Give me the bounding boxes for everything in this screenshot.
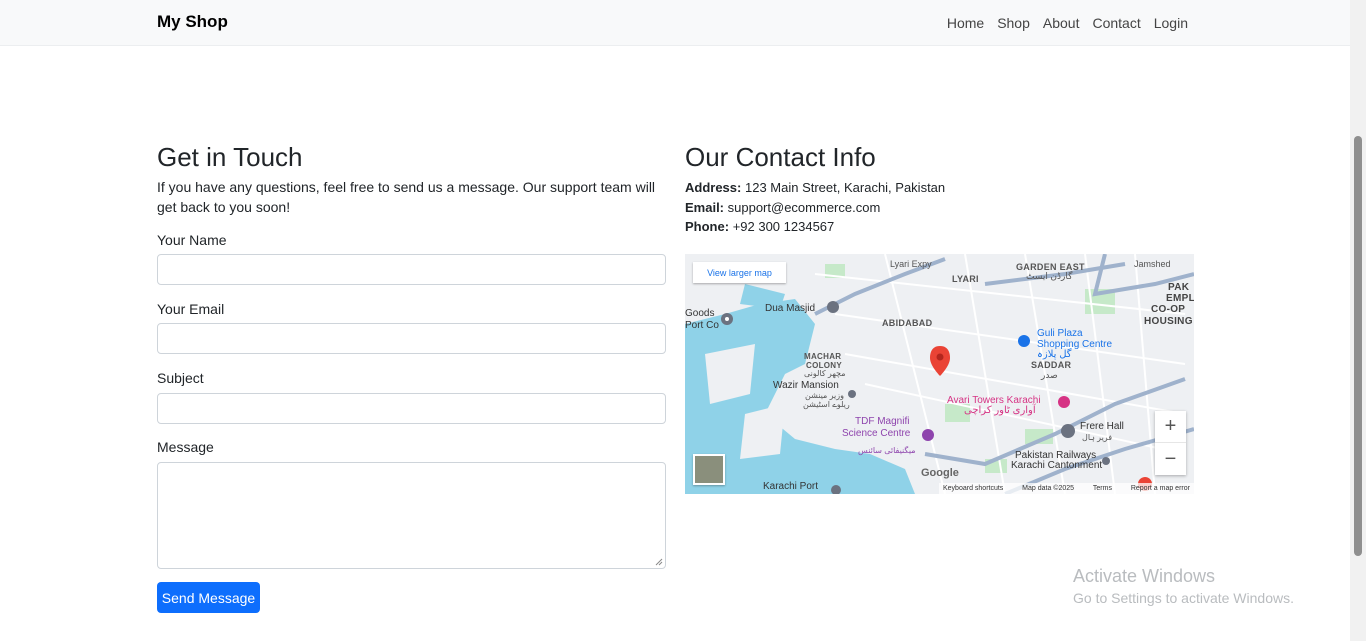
map-label: Karachi Cantonment: [1011, 460, 1103, 471]
phone-label: Phone:: [685, 219, 730, 234]
map-label: HOUSING: [1144, 316, 1193, 327]
map-label: ABIDABAD: [882, 318, 933, 328]
contact-form-title: Get in Touch: [157, 142, 303, 172]
map-label: CO-OP: [1151, 304, 1186, 315]
google-map[interactable]: Lyari Expy LYARI GARDEN EAST گارڈن ایسٹ …: [685, 254, 1194, 494]
map-label: Frere Hall: [1080, 421, 1124, 432]
email-label: Your Email: [157, 301, 225, 317]
phone-value: +92 300 1234567: [732, 219, 835, 234]
map-label: ریلوے اسٹیشن: [803, 400, 850, 409]
contact-form-intro: If you have any questions, feel free to …: [157, 179, 656, 215]
zoom-in-button[interactable]: +: [1155, 411, 1186, 443]
report-map-error-link[interactable]: Report a map error: [1131, 485, 1190, 492]
email-info-label: Email:: [685, 200, 725, 215]
map-label: EMPL: [1166, 293, 1194, 304]
map-label: Goods: [685, 308, 715, 319]
map-label: Wazir Mansion: [773, 380, 839, 391]
activate-windows-subtitle: Go to Settings to activate Windows.: [1073, 590, 1294, 606]
subject-input[interactable]: [157, 393, 666, 424]
map-label: آواری ٹاور کراچی: [964, 405, 1036, 416]
map-data-text: Map data ©2025: [1022, 485, 1075, 492]
map-label: میگنیفائی سائنس: [858, 446, 916, 455]
view-larger-map-link[interactable]: View larger map: [693, 262, 786, 283]
map-label: گل پلازہ: [1037, 349, 1072, 360]
map-label: صدر: [1041, 370, 1058, 380]
keyboard-shortcuts-link[interactable]: Keyboard shortcuts: [943, 485, 1003, 492]
map-label: PAK: [1168, 282, 1190, 293]
scrollbar-thumb[interactable]: [1354, 136, 1362, 556]
map-label: گارڈن ایسٹ: [1026, 271, 1073, 281]
resize-handle-icon[interactable]: [655, 558, 663, 566]
name-label: Your Name: [157, 232, 227, 248]
send-message-button[interactable]: Send Message: [157, 582, 260, 613]
nav-link-home[interactable]: Home: [947, 15, 984, 31]
zoom-controls: + −: [1155, 411, 1186, 475]
map-tiles: [685, 254, 1194, 494]
email-line: Email: support@ecommerce.com: [685, 200, 880, 215]
phone-line: Phone: +92 300 1234567: [685, 219, 834, 234]
message-textarea[interactable]: [157, 462, 666, 569]
terms-link[interactable]: Terms: [1093, 485, 1112, 492]
map-label: TDF Magnifi: [855, 416, 910, 427]
nav-links: Home Shop About Contact Login: [947, 15, 1188, 31]
map-label: Karachi Port: [763, 481, 819, 492]
map-label: MACHAR: [804, 352, 842, 361]
zoom-out-button[interactable]: −: [1155, 443, 1186, 475]
map-label: LYARI: [952, 274, 979, 284]
nav-link-login[interactable]: Login: [1154, 15, 1188, 31]
map-label: SADDAR: [1031, 360, 1072, 370]
message-label: Message: [157, 439, 214, 455]
name-input[interactable]: [157, 254, 666, 285]
contact-info-title: Our Contact Info: [685, 142, 876, 172]
nav-link-contact[interactable]: Contact: [1092, 15, 1140, 31]
map-footer: Keyboard shortcuts Map data ©2025 Terms …: [939, 483, 1194, 494]
activate-windows-title: Activate Windows: [1073, 566, 1216, 586]
address-label: Address:: [685, 180, 742, 195]
map-label: مچھر کالونی: [804, 369, 846, 378]
map-label: Lyari Expy: [890, 259, 932, 269]
map-label: Jamshed: [1134, 259, 1171, 269]
email-input[interactable]: [157, 323, 666, 354]
map-label: Port Co: [685, 320, 719, 331]
map-label: Science Centre: [842, 428, 911, 439]
map-label: فریر ہال: [1082, 433, 1113, 442]
google-logo: Google: [921, 467, 959, 479]
map-label: Guli Plaza: [1037, 328, 1083, 339]
email-value: support@ecommerce.com: [727, 200, 881, 215]
nav-link-shop[interactable]: Shop: [997, 15, 1030, 31]
address-value: 123 Main Street, Karachi, Pakistan: [744, 180, 946, 195]
map-label: وزیر مینشن: [805, 391, 844, 400]
satellite-toggle-button[interactable]: [693, 454, 725, 485]
subject-label: Subject: [157, 370, 204, 386]
map-label: Dua Masjid: [765, 303, 816, 314]
navbar: My Shop Home Shop About Contact Login: [0, 0, 1350, 46]
nav-link-about[interactable]: About: [1043, 15, 1080, 31]
brand-logo[interactable]: My Shop: [157, 12, 228, 32]
address-line: Address: 123 Main Street, Karachi, Pakis…: [685, 180, 945, 195]
